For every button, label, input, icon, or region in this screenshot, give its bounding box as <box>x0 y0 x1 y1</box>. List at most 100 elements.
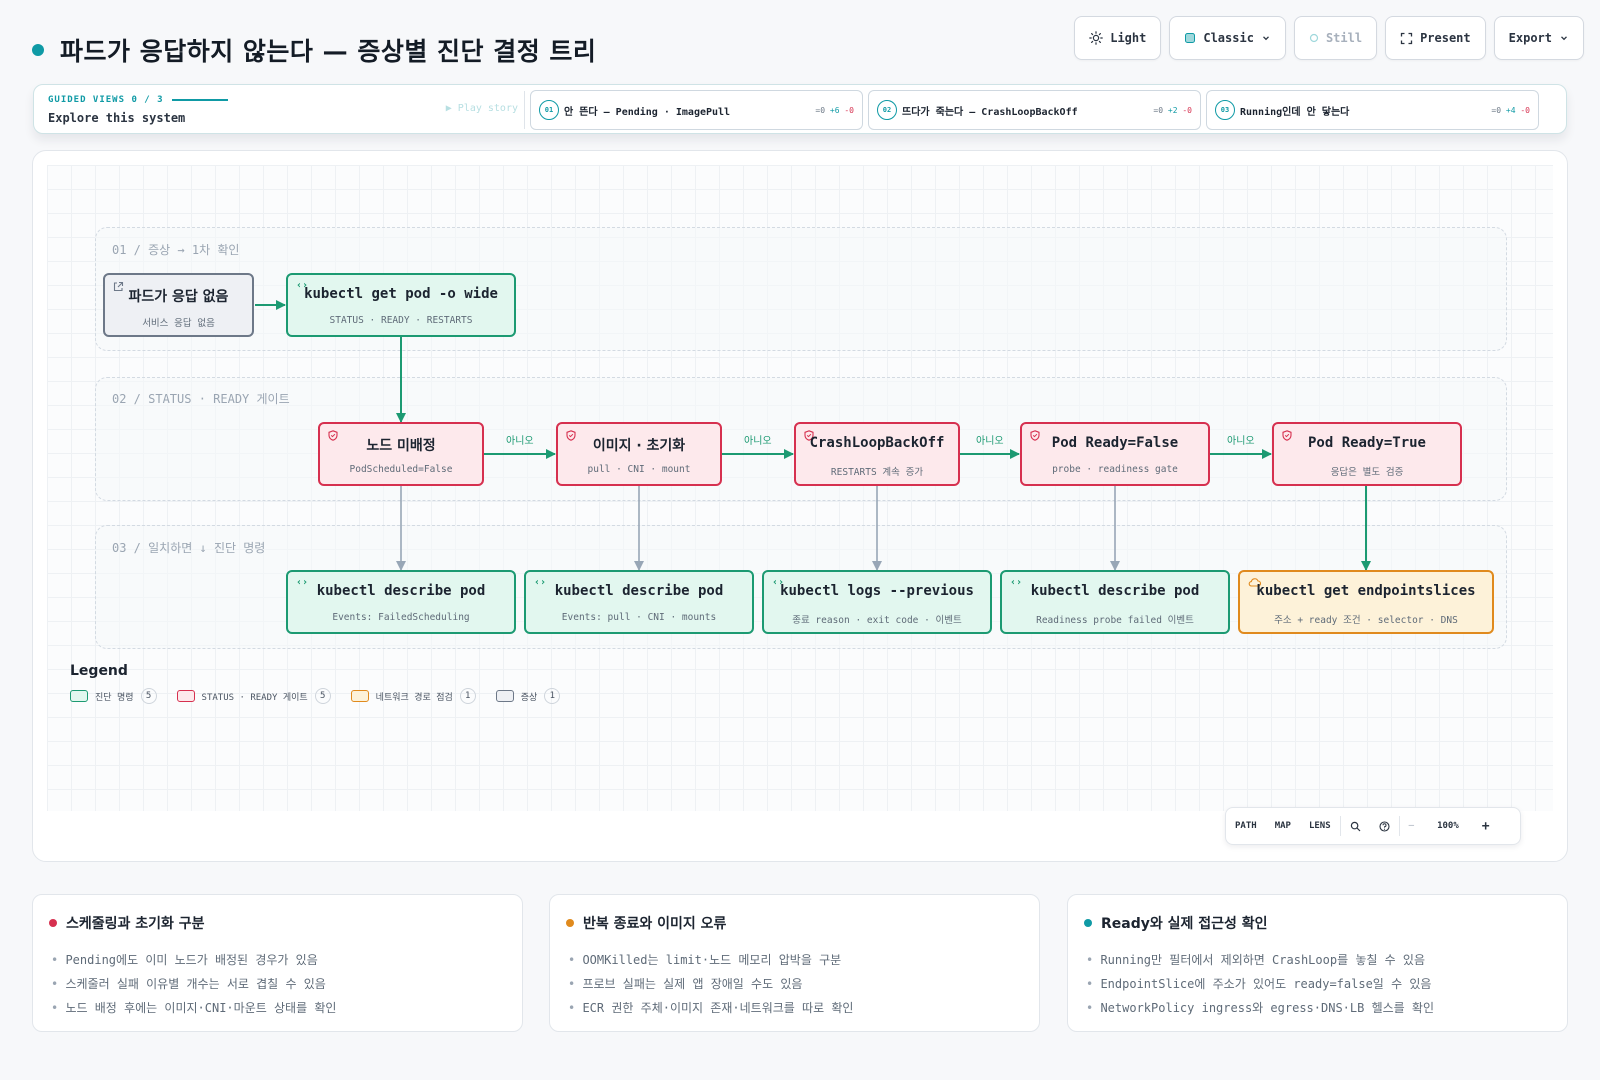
node-subtitle: probe · readiness gate <box>1052 464 1178 475</box>
help-button[interactable] <box>1370 808 1399 844</box>
node-subtitle: Events: FailedScheduling <box>332 612 470 623</box>
node-gate-ready-false[interactable]: Pod Ready=False probe · readiness gate <box>1020 422 1210 486</box>
legend-count: 1 <box>459 688 476 704</box>
story-card-01[interactable]: 01 안 뜬다 — Pending · ImagePull =0 +6 -0 <box>530 90 863 130</box>
zoom-level: 100% <box>1437 821 1459 831</box>
story-number: 01 <box>539 100 559 120</box>
node-subtitle: 서비스 응답 없음 <box>142 318 215 329</box>
node-title: kubectl get pod -o wide <box>304 286 498 302</box>
still-toggle-button[interactable]: Still <box>1293 16 1378 60</box>
node-net-endpointslices[interactable]: kubectl get endpointslices 주소 + ready 조건… <box>1238 570 1494 634</box>
node-subtitle: 주소 + ready 조건 · selector · DNS <box>1274 615 1458 626</box>
node-subtitle: Readiness probe failed 이벤트 <box>1036 615 1194 626</box>
fullscreen-icon <box>1400 32 1413 44</box>
card-dot <box>566 919 574 927</box>
path-view-button[interactable]: PATH <box>1226 808 1266 844</box>
light-theme-button[interactable]: Light <box>1074 16 1162 60</box>
legend-count: 1 <box>544 688 561 704</box>
legend-swatch <box>350 690 369 702</box>
node-cmd-describe-pull[interactable]: ‹› kubectl describe pod Events: pull · C… <box>524 570 754 634</box>
story-card-02[interactable]: 02 뜨다가 죽는다 — CrashLoopBackOff =0 +2 -0 <box>868 90 1201 130</box>
node-kubectl-get-pod[interactable]: ‹› kubectl get pod -o wide STATUS · READ… <box>286 273 516 337</box>
node-cmd-describe-probe[interactable]: ‹› kubectl describe pod Readiness probe … <box>1000 570 1230 634</box>
node-title: 이미지 · 초기화 <box>592 438 686 454</box>
legend-label: STATUS · READY 게이트 <box>201 692 308 703</box>
view-controls: PATH MAP LENS — 100% + <box>1225 807 1521 845</box>
legend-item-network[interactable]: 네트워크 경로 점검 1 <box>350 688 476 704</box>
node-gate-unscheduled[interactable]: 노드 미배정 PodScheduled=False <box>318 422 484 486</box>
node-title: 파드가 응답 없음 <box>128 289 229 305</box>
info-card-ready-access: Ready와 실제 접근성 확인 Running만 필터에서 제외하면 Cras… <box>1067 894 1568 1032</box>
help-icon <box>1379 820 1390 832</box>
legend-label: 증상 <box>520 692 538 703</box>
node-symptom-no-response[interactable]: 파드가 응답 없음 서비스 응답 없음 <box>103 273 254 337</box>
node-subtitle: 응답은 별도 검증 <box>1330 467 1404 478</box>
story-label: Running인데 안 닿는다 <box>1240 106 1350 118</box>
toolbar: Light Classic Still Present Export <box>1074 16 1584 60</box>
node-subtitle: RESTARTS 계속 증가 <box>830 467 924 478</box>
legend-label: 네트워크 경로 점검 <box>375 692 453 703</box>
export-label: Export <box>1508 31 1552 45</box>
guided-views-intro: GUIDED VIEWS 0 / 3 Explore this system ▶… <box>48 95 518 125</box>
search-button[interactable] <box>1341 808 1370 844</box>
light-label: Light <box>1110 31 1147 45</box>
card-list-item: ECR 권한 주체·이미지 존재·네트워크를 따로 확인 <box>568 996 853 1020</box>
node-title: kubectl describe pod <box>1030 583 1200 599</box>
story-diff: =0 +6 -0 <box>815 105 854 115</box>
legend-swatch <box>70 690 88 702</box>
node-title: kubectl describe pod <box>554 583 724 599</box>
card-dot <box>49 919 57 927</box>
search-icon <box>1350 821 1361 831</box>
chevron-down-icon <box>1561 36 1567 41</box>
card-list-item: OOMKilled는 limit·노드 메모리 압박을 구분 <box>568 948 853 972</box>
guided-divider <box>524 91 525 129</box>
legend-title: Legend <box>70 663 128 679</box>
edge-label-no: 아니오 <box>506 436 534 447</box>
card-title: 반복 종료와 이미지 오류 <box>583 916 727 932</box>
zoom-in-button[interactable]: + <box>1473 808 1499 844</box>
story-card-03[interactable]: 03 Running인데 안 닿는다 =0 +4 -0 <box>1206 90 1539 130</box>
zoom-out-button[interactable]: — <box>1400 808 1423 844</box>
present-button[interactable]: Present <box>1385 16 1486 60</box>
story-number: 03 <box>1215 100 1235 120</box>
legend-swatch <box>495 690 514 702</box>
node-subtitle: Events: pull · CNI · mounts <box>561 612 717 623</box>
legend-count: 5 <box>314 688 331 704</box>
export-dropdown[interactable]: Export <box>1493 16 1584 60</box>
legend-item-commands[interactable]: 진단 명령 5 <box>70 688 157 704</box>
story-diff: =0 +2 -0 <box>1153 105 1192 115</box>
story-label: 안 뜬다 — Pending · ImagePull <box>564 106 731 118</box>
story-number: 02 <box>877 100 897 120</box>
legend: Legend 진단 명령 5 STATUS · READY 게이트 5 네트워크… <box>70 663 561 704</box>
node-cmd-describe-scheduling[interactable]: ‹› kubectl describe pod Events: FailedSc… <box>286 570 516 634</box>
circle-icon <box>1309 33 1319 43</box>
legend-swatch <box>176 690 195 702</box>
play-story-button[interactable]: ▶ Play story <box>446 103 518 114</box>
diagram-canvas[interactable]: 01 / 증상 → 1차 확인 02 / STATUS · READY 게이트 … <box>32 150 1568 862</box>
node-title: 노드 미배정 <box>366 438 436 454</box>
card-dot <box>1084 919 1092 927</box>
legend-item-symptom[interactable]: 증상 1 <box>495 688 561 704</box>
node-cmd-logs-previous[interactable]: ‹› kubectl logs --previous 종료 reason · e… <box>762 570 992 634</box>
edge-label-no: 아니오 <box>976 436 1004 447</box>
node-subtitle: STATUS · READY · RESTARTS <box>329 315 473 326</box>
title-dot <box>32 44 44 56</box>
sun-icon <box>1089 31 1104 45</box>
card-list-item: Pending에도 이미 노드가 배정된 경우가 있음 <box>51 948 336 972</box>
node-gate-ready-true[interactable]: Pod Ready=True 응답은 별도 검증 <box>1272 422 1462 486</box>
lens-view-button[interactable]: LENS <box>1300 808 1340 844</box>
palette-swatch-icon <box>1185 33 1196 43</box>
guided-views-bar: GUIDED VIEWS 0 / 3 Explore this system ▶… <box>33 84 1567 134</box>
classic-style-dropdown[interactable]: Classic <box>1169 16 1286 60</box>
node-title: Pod Ready=True <box>1307 435 1426 451</box>
legend-item-gates[interactable]: STATUS · READY 게이트 5 <box>176 688 331 704</box>
node-title: kubectl logs --previous <box>780 583 974 599</box>
map-view-button[interactable]: MAP <box>1266 808 1300 844</box>
node-title: Pod Ready=False <box>1051 435 1179 451</box>
card-title: Ready와 실제 접근성 확인 <box>1101 916 1268 932</box>
node-gate-image-init[interactable]: 이미지 · 초기화 pull · CNI · mount <box>556 422 722 486</box>
card-list: OOMKilled는 limit·노드 메모리 압박을 구분 프로브 실패는 실… <box>568 948 853 1020</box>
node-gate-crashloop[interactable]: CrashLoopBackOff RESTARTS 계속 증가 <box>794 422 960 486</box>
node-subtitle: PodScheduled=False <box>349 464 453 475</box>
diagram-edges <box>255 300 1371 571</box>
